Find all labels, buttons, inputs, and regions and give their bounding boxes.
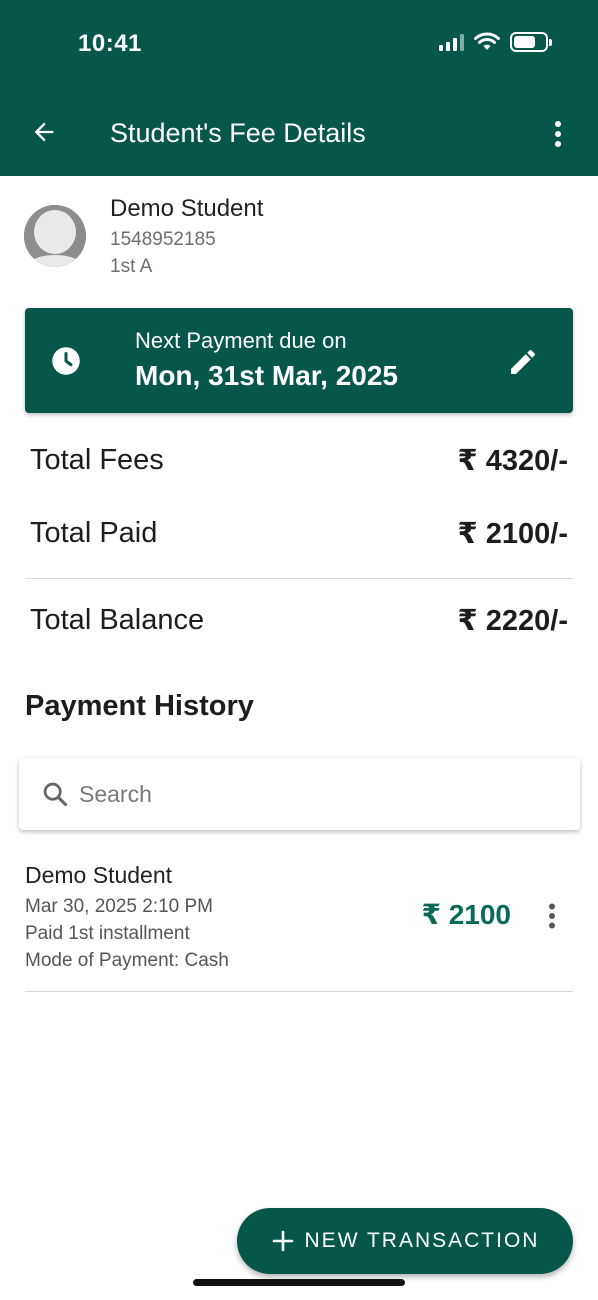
user-placeholder-icon xyxy=(24,205,86,267)
transaction-menu-button[interactable] xyxy=(545,900,559,932)
transaction-note: Paid 1st installment xyxy=(25,923,190,944)
total-fees-row: Total Fees ₹ 4320/- xyxy=(30,443,568,478)
due-label: Next Payment due on xyxy=(135,328,347,353)
total-paid-label: Total Paid xyxy=(30,517,158,549)
payment-history-title: Payment History xyxy=(25,690,254,722)
student-name: Demo Student xyxy=(110,195,264,222)
clock-icon xyxy=(52,347,80,375)
home-indicator[interactable] xyxy=(193,1279,405,1286)
total-balance-value: ₹ 2220/- xyxy=(457,605,568,637)
total-fees-label: Total Fees xyxy=(30,444,164,476)
transaction-datetime: Mar 30, 2025 2:10 PM xyxy=(25,896,213,917)
transaction-mode: Mode of Payment: Cash xyxy=(25,950,229,971)
total-paid-value: ₹ 2100/- xyxy=(457,518,568,550)
battery-icon xyxy=(510,32,552,52)
overflow-menu-button[interactable] xyxy=(546,114,570,154)
more-vertical-icon xyxy=(555,121,561,147)
search-input[interactable] xyxy=(79,758,559,830)
student-profile: Demo Student 1548952185 1st A xyxy=(24,195,574,285)
new-transaction-button[interactable]: NEW TRANSACTION xyxy=(237,1208,573,1274)
next-payment-card: Next Payment due on Mon, 31st Mar, 2025 xyxy=(25,308,573,413)
total-balance-row: Total Balance ₹ 2220/- xyxy=(30,603,568,638)
back-button[interactable] xyxy=(26,114,62,150)
more-vertical-icon xyxy=(549,903,555,929)
avatar xyxy=(24,205,86,267)
transaction-divider xyxy=(25,991,573,992)
transaction-amount: ₹ 2100 xyxy=(421,899,511,930)
transaction-student-name: Demo Student xyxy=(25,862,173,888)
student-class: 1st A xyxy=(110,256,153,277)
status-icons xyxy=(439,32,552,52)
pencil-icon xyxy=(511,349,535,374)
summary-divider xyxy=(25,578,573,579)
edit-due-date-button[interactable] xyxy=(507,346,539,378)
page-title: Student's Fee Details xyxy=(110,118,366,148)
search-box xyxy=(19,758,580,830)
total-paid-row: Total Paid ₹ 2100/- xyxy=(30,516,568,551)
signal-icon xyxy=(439,33,464,51)
due-date: Mon, 31st Mar, 2025 xyxy=(135,360,399,391)
app-header: 10:41 Student's Fee Details xyxy=(0,0,598,176)
transaction-item[interactable]: Demo Student Mar 30, 2025 2:10 PM Paid 1… xyxy=(25,860,573,980)
total-balance-label: Total Balance xyxy=(30,604,205,636)
total-fees-value: ₹ 4320/- xyxy=(457,445,568,477)
plus-icon xyxy=(272,1230,293,1252)
status-time: 10:41 xyxy=(78,30,142,57)
search-icon xyxy=(43,782,68,807)
wifi-icon xyxy=(474,32,500,50)
arrow-left-icon xyxy=(34,122,54,142)
student-phone: 1548952185 xyxy=(110,229,216,250)
new-transaction-label: NEW TRANSACTION xyxy=(304,1229,540,1252)
